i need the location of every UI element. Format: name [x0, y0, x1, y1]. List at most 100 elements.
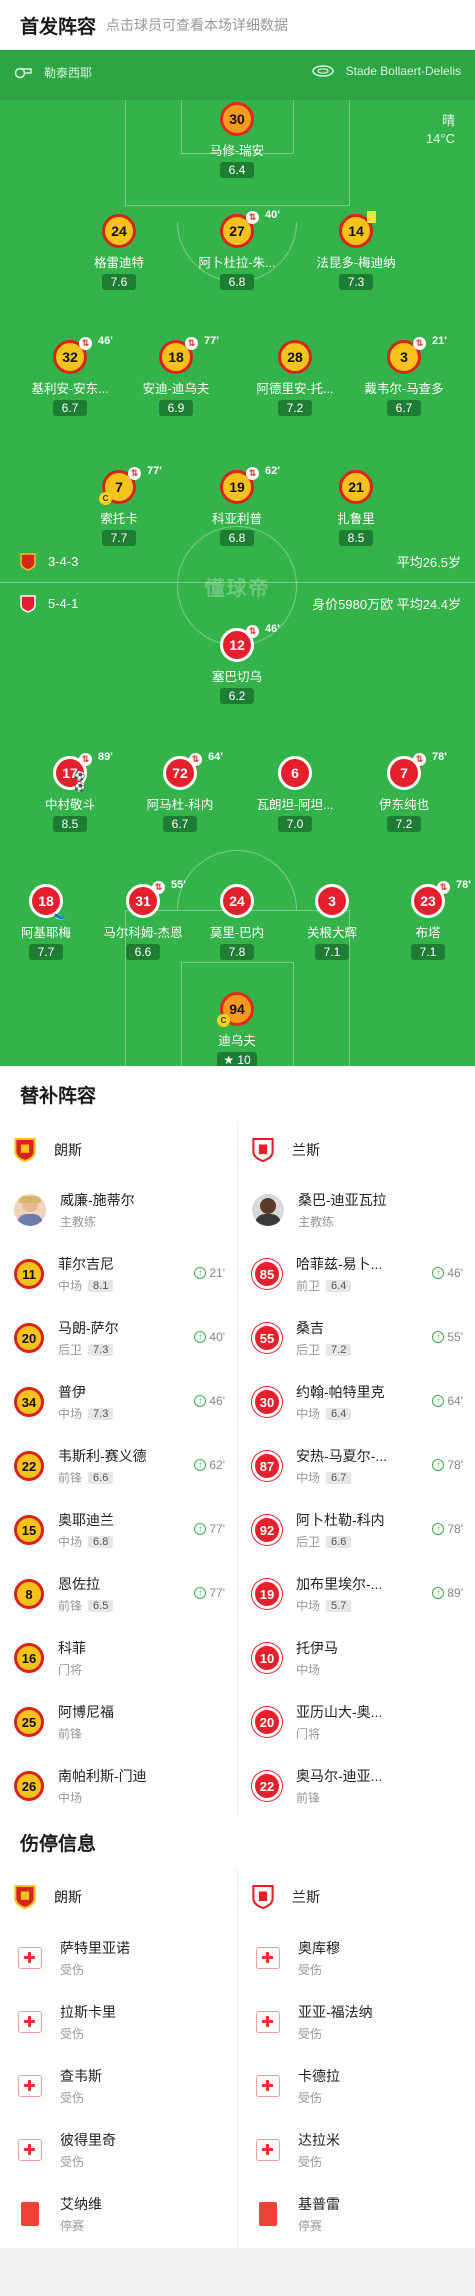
jersey-number: 3: [315, 884, 349, 918]
sub-number: 20: [14, 1323, 44, 1353]
sub-out-icon: ⇅: [79, 337, 92, 350]
sub-row[interactable]: 15 奥耶迪兰 中场 6.8 ↑ 77': [0, 1498, 237, 1562]
sub-name: 亚历山大-奥...: [296, 1704, 383, 1720]
subs-away-team[interactable]: 兰斯: [238, 1122, 475, 1178]
sub-in-icon: ↑: [432, 1267, 445, 1279]
subs-home-team[interactable]: 朗斯: [0, 1122, 237, 1178]
sub-row[interactable]: 30 约翰-帕特里克 中场 6.4 ↑ 64': [238, 1370, 475, 1434]
sub-row[interactable]: 92 阿卜杜勒-科内 后卫 6.6 ↑ 78': [238, 1498, 475, 1562]
sub-row[interactable]: 10 托伊马 中场: [238, 1626, 475, 1690]
injury-info: 萨特里亚诺 受伤: [60, 1938, 180, 1978]
sub-info: 恩佐拉 前锋 6.5: [58, 1574, 178, 1614]
player-marker[interactable]: 3 ⇅ 21' 戴韦尔-马查多 6.7: [344, 335, 464, 417]
player-marker[interactable]: 18 ⇅ 77' 安迪-迪乌夫 6.9: [116, 335, 236, 417]
player-marker[interactable]: 24 格雷迪特 7.6: [59, 214, 179, 291]
jersey-number: 3 ⇅ 21': [387, 335, 447, 374]
sub-in-minute: ↑ 77': [194, 1586, 225, 1600]
sub-row[interactable]: 22 奥马尔-迪亚... 前锋: [238, 1754, 475, 1818]
injury-player-name: 卡德拉: [298, 2068, 340, 2084]
player-marker[interactable]: 23 ⇅ 78' 布塔 7.1: [368, 879, 475, 961]
injury-row[interactable]: 亚亚-福法纳 受伤: [238, 1990, 475, 2054]
sub-in-icon: ↑: [194, 1523, 207, 1535]
injury-row[interactable]: 卡德拉 受伤: [238, 2054, 475, 2118]
player-marker[interactable]: 32 ⇅ 46' 基利安-安东... 6.7: [10, 335, 130, 417]
injury-row[interactable]: 彼得里奇 受伤: [0, 2118, 237, 2182]
sub-number: 34: [14, 1387, 44, 1417]
injury-row[interactable]: 拉斯卡里 受伤: [0, 1990, 237, 2054]
player-marker[interactable]: 19 ⇅ 62' 科亚利普 6.8: [177, 465, 297, 547]
sub-number: 30: [252, 1387, 282, 1417]
injury-player-name: 亚亚-福法纳: [298, 2004, 373, 2020]
sub-out-icon: ⇅: [185, 337, 198, 350]
referee-info: 勒泰西耶: [14, 64, 92, 81]
sub-name: 阿博尼福: [58, 1704, 114, 1720]
injury-away-team[interactable]: 兰斯: [238, 1868, 475, 1926]
sub-minute: 46': [265, 623, 280, 635]
player-marker[interactable]: 17 ⇅ 89' ⚽⚽ 中村敬斗 8.5: [10, 751, 130, 833]
player-marker[interactable]: 14 法昆多-梅迪纳 7.3: [296, 211, 416, 291]
jersey-number: 32 ⇅ 46': [53, 335, 113, 374]
sub-position: 中场: [296, 1471, 321, 1485]
sub-info: 菲尔吉尼 中场 8.1: [58, 1254, 178, 1294]
sub-row[interactable]: 11 菲尔吉尼 中场 8.1 ↑ 21': [0, 1242, 237, 1306]
away-coach-row[interactable]: 桑巴-迪亚瓦拉 主教练: [238, 1178, 475, 1242]
player-rating: 7.2: [387, 816, 421, 832]
player-marker[interactable]: 94 C 迪乌夫 ★ 10: [177, 992, 297, 1066]
player-marker[interactable]: 28 阿德里安-托... 7.2: [235, 340, 355, 417]
sub-row[interactable]: 55 桑吉 后卫 7.2 ↑ 55': [238, 1306, 475, 1370]
sub-row[interactable]: 34 普伊 中场 7.3 ↑ 46': [0, 1370, 237, 1434]
injury-type: 受伤: [298, 2027, 323, 2041]
injury-row[interactable]: 基普雷 停赛: [238, 2182, 475, 2246]
injury-row[interactable]: 奥库穆 受伤: [238, 1926, 475, 1990]
sub-number: 16: [14, 1643, 44, 1673]
sub-number: 22: [14, 1451, 44, 1481]
player-marker[interactable]: 7 ⇅ 77' C 索托卡 7.7: [59, 465, 179, 547]
sub-row[interactable]: 22 韦斯利-赛义德 前锋 6.6 ↑ 62': [0, 1434, 237, 1498]
player-marker[interactable]: 21 扎鲁里 8.5: [296, 470, 416, 547]
injury-player-name: 奥库穆: [298, 1940, 340, 1956]
sub-row[interactable]: 85 哈菲兹-易卜... 前卫 6.4 ↑ 46': [238, 1242, 475, 1306]
sub-in-icon: ↑: [194, 1587, 207, 1599]
medical-kit-icon: [256, 2011, 280, 2033]
sub-out-icon: ⇅: [246, 467, 259, 480]
home-coach-row[interactable]: 威廉-施蒂尔 主教练: [0, 1178, 237, 1242]
injury-row[interactable]: 萨特里亚诺 受伤: [0, 1926, 237, 1990]
medical-kit-icon: [18, 2075, 42, 2097]
injury-player-name: 达拉米: [298, 2132, 340, 2148]
sub-row[interactable]: 20 马朗-萨尔 后卫 7.3 ↑ 40': [0, 1306, 237, 1370]
injury-info: 卡德拉 受伤: [298, 2066, 418, 2106]
sub-row[interactable]: 19 加布里埃尔-... 中场 5.7 ↑ 89': [238, 1562, 475, 1626]
sub-row[interactable]: 25 阿博尼福 前锋: [0, 1690, 237, 1754]
injury-home-team[interactable]: 朗斯: [0, 1868, 237, 1926]
sub-meta: 中场 6.4: [296, 1405, 416, 1422]
player-marker[interactable]: 30 马修-瑞安 6.4: [177, 102, 297, 179]
pitch: 勒泰西耶 Stade Bollaert-Delelis 晴 14°C 懂球帝 3…: [0, 50, 475, 1066]
injury-info: 达拉米 受伤: [298, 2130, 418, 2170]
player-marker[interactable]: 12 ⇅ 46' 塞巴切乌 6.2: [177, 623, 297, 705]
sub-row[interactable]: 26 南帕利斯-门迪 中场: [0, 1754, 237, 1818]
sub-position: 前锋: [296, 1791, 321, 1805]
sub-position: 后卫: [296, 1535, 321, 1549]
player-marker[interactable]: 72 ⇅ 64' 阿马杜-科内 6.7: [120, 751, 240, 833]
player-marker[interactable]: 6 瓦朗坦-阿坦... 7.0: [235, 756, 355, 833]
sub-name: 恩佐拉: [58, 1576, 100, 1592]
sub-row[interactable]: 8 恩佐拉 前锋 6.5 ↑ 77': [0, 1562, 237, 1626]
injury-row[interactable]: 达拉米 受伤: [238, 2118, 475, 2182]
player-name: 迪乌夫: [218, 1034, 256, 1048]
sub-meta: 前锋: [58, 1725, 178, 1742]
sub-row[interactable]: 87 安热-马夏尔-... 中场 6.7 ↑ 78': [238, 1434, 475, 1498]
injury-player-name: 彼得里奇: [60, 2132, 116, 2148]
injury-row[interactable]: 艾纳维 停赛: [0, 2182, 237, 2246]
home-coach-name: 威廉-施蒂尔: [60, 1192, 135, 1208]
sub-name: 托伊马: [296, 1640, 338, 1656]
injury-type: 受伤: [298, 2091, 323, 2105]
sub-row[interactable]: 16 科菲 门将: [0, 1626, 237, 1690]
player-marker[interactable]: 27 ⇅ 40' 阿卜杜拉-朱... 6.8: [177, 209, 297, 291]
player-marker[interactable]: 7 ⇅ 78' 伊东纯也 7.2: [344, 751, 464, 833]
medical-kit-icon: [256, 2075, 280, 2097]
coach-avatar: [14, 1194, 46, 1226]
sub-row[interactable]: 20 亚历山大-奥... 门将: [238, 1690, 475, 1754]
injury-row[interactable]: 查韦斯 受伤: [0, 2054, 237, 2118]
sub-name: 桑吉: [296, 1320, 324, 1336]
home-coach-role: 主教练: [60, 1215, 97, 1229]
